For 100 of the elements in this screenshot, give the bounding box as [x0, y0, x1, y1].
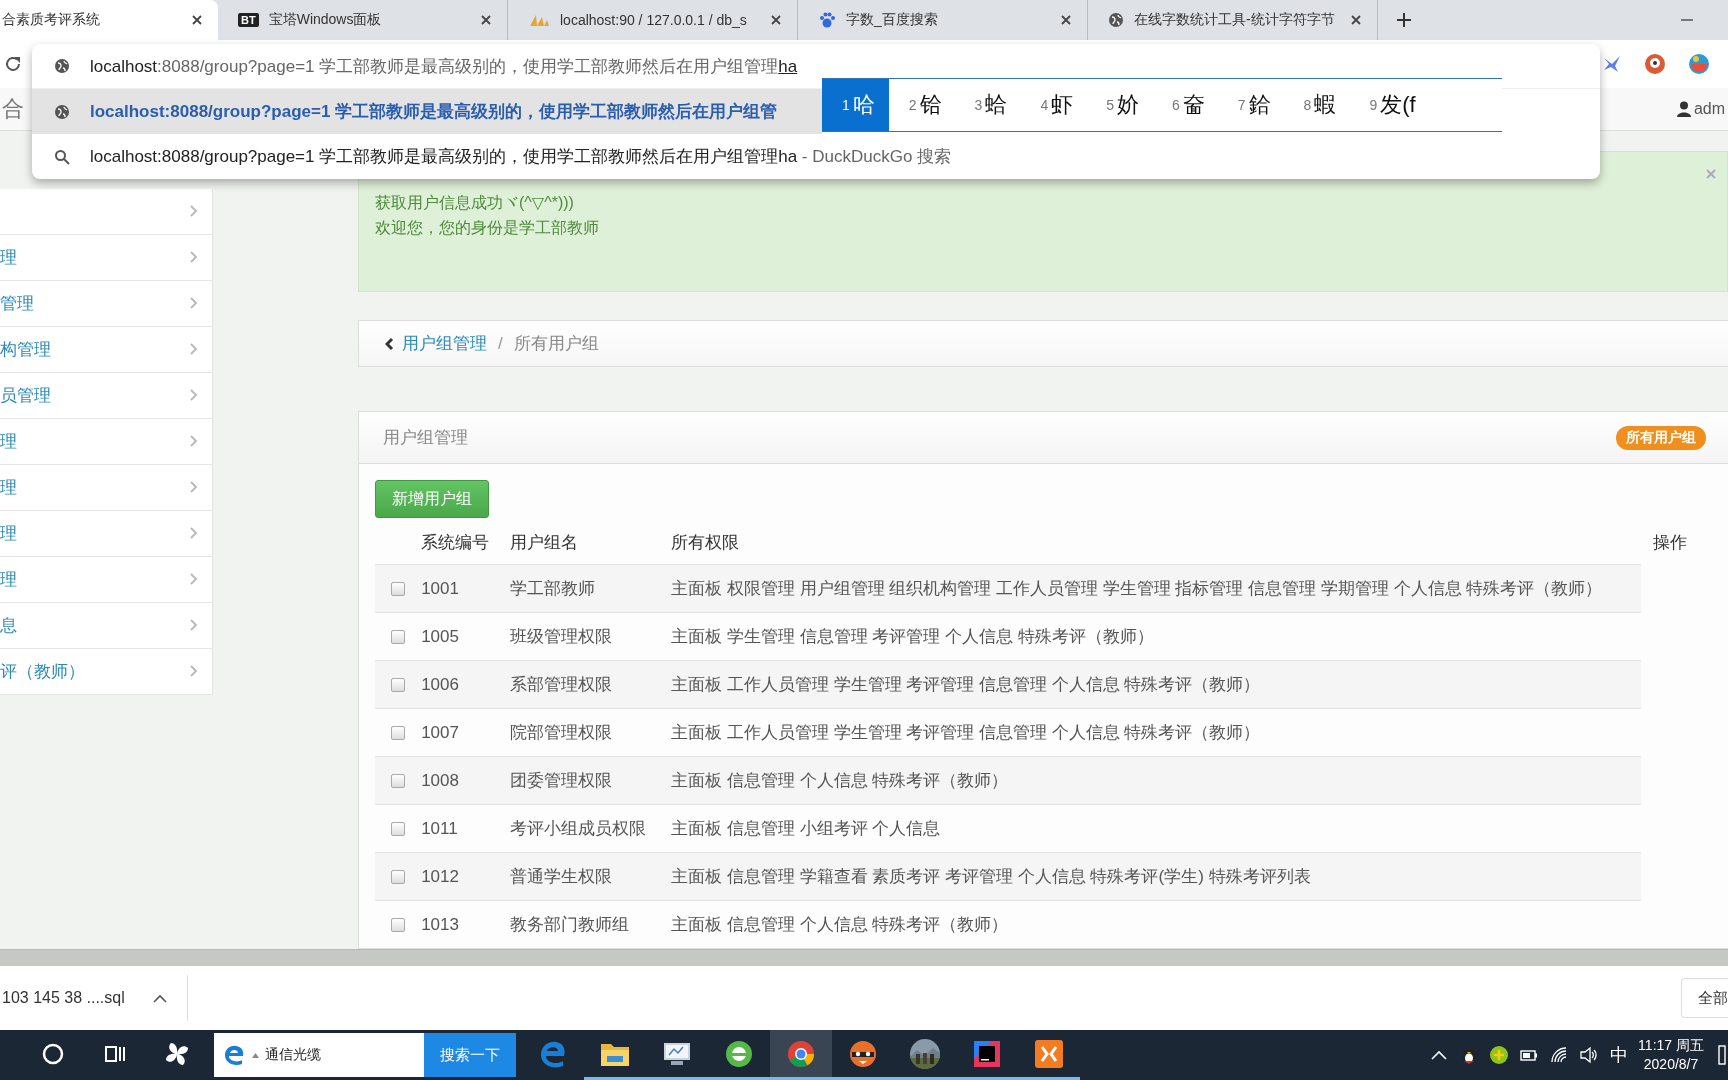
sidebar-item[interactable]: 员管理 [0, 372, 212, 419]
label-badge: 所有用户组 [1616, 425, 1706, 450]
chevron-left-icon[interactable] [385, 336, 394, 351]
close-icon[interactable] [479, 13, 493, 27]
breadcrumb-link[interactable]: 用户组管理 [402, 332, 487, 356]
tab-title: 在线字数统计工具-统计字符字节 [1134, 11, 1336, 29]
search-field[interactable]: 通信光缆 [214, 1033, 424, 1077]
chevron-right-icon [190, 251, 198, 264]
table-cell: 1006 [420, 660, 510, 709]
row-checkbox[interactable] [390, 870, 405, 885]
alert-text: 欢迎您，您的身份是学工部教师 [375, 217, 600, 238]
table-cell: 学工部教师 [509, 564, 671, 613]
volume-icon[interactable] [1579, 1045, 1600, 1065]
table-cell: 1008 [420, 756, 510, 805]
close-icon[interactable] [1349, 13, 1363, 27]
chevron-right-icon [190, 389, 198, 402]
sidebar-item[interactable]: 评（教师） [0, 648, 212, 695]
table-cell: 1013 [420, 900, 510, 949]
notification-icon[interactable] [1718, 1044, 1726, 1066]
breadcrumb-current: 所有用户组 [513, 333, 599, 356]
download-item[interactable]: 103 145 38 ....sql [0, 975, 188, 1022]
row-checkbox[interactable] [390, 726, 405, 741]
duck-icon[interactable] [1644, 52, 1666, 75]
globe-icon [54, 58, 70, 74]
globe-icon [54, 103, 70, 120]
show-all-button[interactable]: 全部 [1681, 978, 1728, 1019]
plus-circle-icon[interactable] [1489, 1045, 1510, 1065]
row-checkbox[interactable] [390, 822, 405, 837]
browser-icon [222, 1043, 246, 1067]
row-checkbox[interactable] [390, 630, 405, 645]
sidebar-item[interactable]: 息 [0, 602, 212, 649]
chevron-right-icon [190, 573, 198, 586]
column-header: 所有权限 [670, 520, 1641, 565]
caret-up-icon [252, 1052, 259, 1058]
column-header: 操作 [1640, 520, 1728, 565]
chevron-right-icon [190, 619, 198, 632]
chevron-right-icon [190, 527, 198, 540]
row-checkbox[interactable] [390, 678, 405, 693]
site-title: 合 [1, 94, 24, 123]
close-icon[interactable] [769, 13, 783, 27]
sidebar-item[interactable]: 理 [0, 556, 212, 603]
plus-icon[interactable] [1396, 12, 1412, 28]
suggestion-item[interactable]: localhost:8088/group?page=1 学工部教师是最高级别的，使用学工部教师然后在用户组管 [32, 89, 822, 134]
chevron-up-icon[interactable] [152, 993, 167, 1003]
xampp-icon[interactable] [1034, 1038, 1064, 1069]
chrome-icon[interactable] [786, 1038, 816, 1069]
row-checkbox[interactable] [390, 774, 405, 789]
close-icon[interactable] [1059, 13, 1073, 27]
reload-icon[interactable] [4, 54, 22, 73]
table-cell: 系部管理权限 [509, 660, 671, 709]
table-cell: 教务部门教师组 [509, 900, 671, 949]
search-button[interactable]: 搜索一下 [424, 1033, 516, 1077]
browser-tab[interactable]: 合素质考评系统 [0, 0, 218, 40]
paw-icon [818, 11, 836, 29]
chevron-right-icon [190, 435, 198, 448]
tab-title: 合素质考评系统 [2, 11, 101, 29]
table-cell: 主面板 信息管理 学籍查看 素质考评 考评管理 个人信息 特殊考评(学生) 特殊考评列表 [670, 852, 1641, 901]
sidebar-item[interactable]: 理 [0, 464, 212, 511]
sidebar-item[interactable]: 理 [0, 510, 212, 557]
bowl-icon[interactable] [1688, 52, 1710, 75]
table-cell: 主面板 工作人员管理 学生管理 考评管理 信息管理 个人信息 特殊考评（教师） [670, 660, 1641, 709]
chevron-right-icon [190, 665, 198, 678]
scrollbar-track[interactable] [0, 949, 1728, 967]
breadcrumb-separator: / [497, 333, 504, 354]
site-logo: BT [238, 13, 259, 27]
suggestion-item[interactable]: localhost:8088/group?page=1 学工部教师是最高级别的，使用学工部教师然后在用户组管理ha - DuckDuckGo 搜索 [32, 134, 1600, 179]
table-cell: 主面板 权限管理 用户组管理 组织机构管理 工作人员管理 学生管理 指标管理 信息管理 学期管理 个人信息 特殊考评（教师） [670, 564, 1641, 613]
browser-icon[interactable] [724, 1038, 754, 1069]
chevron-right-icon [190, 343, 198, 356]
raccoon-icon[interactable] [848, 1038, 878, 1069]
candidate[interactable]: 1 哈 [822, 79, 889, 131]
input-method-indicator[interactable]: 中 [1610, 1043, 1629, 1067]
globe-icon [1108, 12, 1124, 28]
search-icon [54, 148, 70, 165]
alert-text: 获取用户信息成功ヾ(^▽^*))) [375, 192, 575, 213]
column-header: 用户组名 [509, 520, 671, 565]
table-cell: 团委管理权限 [509, 756, 671, 805]
chevron-right-icon [190, 205, 198, 218]
chevron-right-icon [190, 481, 198, 494]
ide-icon[interactable] [972, 1038, 1002, 1069]
table-cell: 主面板 信息管理 个人信息 特殊考评（教师） [670, 756, 1641, 805]
table-cell: 主面板 信息管理 个人信息 特殊考评（教师） [670, 900, 1641, 949]
close-icon[interactable] [190, 13, 204, 27]
tab-title: 宝塔Windows面板 [268, 11, 383, 29]
tab-title: localhost:90 / 127.0.0.1 / db_s [560, 12, 748, 28]
table-cell: 普通学生权限 [509, 852, 671, 901]
row-checkbox[interactable] [390, 582, 405, 597]
file-name: 103 145 38 ....sql [2, 989, 125, 1008]
row-checkbox[interactable] [390, 918, 405, 933]
sidebar-item[interactable]: 理 [0, 418, 212, 465]
circle-icon[interactable] [41, 1041, 65, 1066]
chevron-right-icon [190, 297, 198, 310]
tab-title: 字数_百度搜索 [846, 11, 939, 29]
panel-title: 用户组管理 [383, 427, 468, 450]
sidebar-item[interactable]: 构管理 [0, 326, 212, 373]
user-icon [1676, 100, 1691, 117]
sidebar-item[interactable]: 管理 [0, 280, 212, 327]
clock[interactable]: 11:17 周五 2020/8/7 [1638, 1036, 1704, 1074]
user-menu[interactable]: adm [1676, 99, 1725, 118]
sidebar-item[interactable]: 理 [0, 234, 212, 281]
